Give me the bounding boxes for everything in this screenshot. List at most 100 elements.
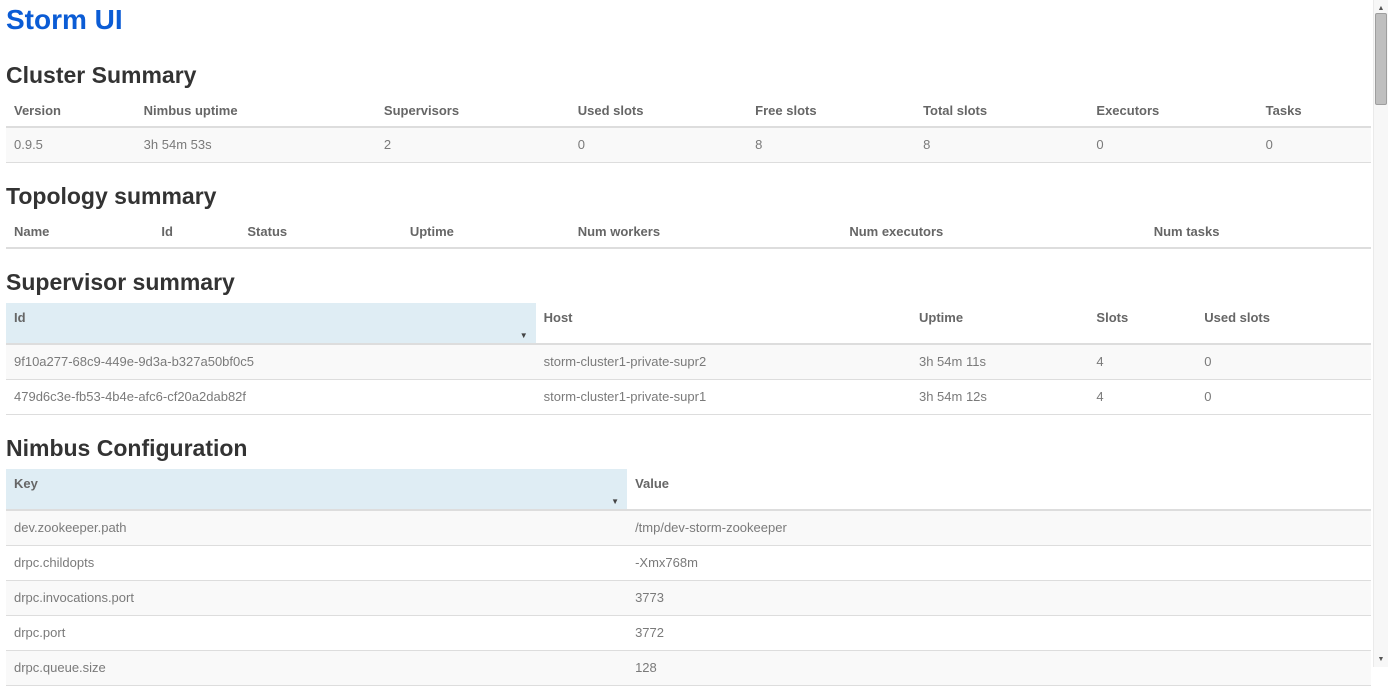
nimbus-configuration-table: Key ▼ Value dev.zookeeper.path/tmp/dev-stor… xyxy=(6,469,1371,686)
main-content: Storm UI Cluster Summary Version Nimbus u… xyxy=(6,0,1371,686)
table-cell: 0 xyxy=(570,127,747,163)
scroll-up-icon: ▲ xyxy=(1378,5,1385,12)
column-header-label: Key xyxy=(14,476,38,491)
table-cell: 0 xyxy=(1196,380,1371,415)
table-row: drpc.port3772 xyxy=(6,616,1371,651)
column-header-label: Uptime xyxy=(410,224,454,239)
supervisor-summary-heading: Supervisor summary xyxy=(6,269,1371,295)
table-cell: storm-cluster1-private-supr1 xyxy=(536,380,911,415)
column-header-label: Id xyxy=(14,310,26,325)
header-row: Key ▼ Value xyxy=(6,469,1371,510)
column-header-nimbus-uptime[interactable]: Nimbus uptime xyxy=(136,96,376,127)
sort-desc-icon: ▼ xyxy=(611,498,619,506)
table-cell: 3h 54m 11s xyxy=(911,344,1088,380)
column-header-num-workers[interactable]: Num workers xyxy=(570,217,842,248)
supervisor-summary-table: Id▼HostUptimeSlotsUsed slots9f10a277-68c… xyxy=(6,303,1371,415)
column-header-label: Supervisors xyxy=(384,103,459,118)
table-cell: 0 xyxy=(1258,127,1371,163)
column-header-name[interactable]: Name xyxy=(6,217,153,248)
table-cell: storm-cluster1-private-supr2 xyxy=(536,344,911,380)
sort-desc-icon: ▼ xyxy=(520,332,528,340)
cluster-summary-heading: Cluster Summary xyxy=(6,62,1371,88)
table-row: dev.zookeeper.path/tmp/dev-storm-zookeep… xyxy=(6,510,1371,546)
topology-summary-heading: Topology summary xyxy=(6,183,1371,209)
table-cell: 0 xyxy=(1088,127,1257,163)
table-row: 0.9.53h 54m 53s208800 xyxy=(6,127,1371,163)
table-cell: /tmp/dev-storm-zookeeper xyxy=(627,510,1371,546)
scroll-down-button[interactable]: ▼ xyxy=(1374,653,1388,665)
column-header-uptime[interactable]: Uptime xyxy=(911,303,1088,344)
nimbus-configuration-heading: Nimbus Configuration xyxy=(6,435,1371,461)
column-header-value[interactable]: Value xyxy=(627,469,1371,510)
header-row: Version Nimbus uptime Supervisors Used slot… xyxy=(6,96,1371,127)
scroll-down-icon: ▼ xyxy=(1378,656,1385,663)
column-header-label: Version xyxy=(14,103,61,118)
table-cell: drpc.port xyxy=(6,616,627,651)
scrollbar-thumb[interactable] xyxy=(1375,13,1387,105)
table-cell: 8 xyxy=(747,127,915,163)
column-header-id[interactable]: Id xyxy=(153,217,239,248)
table-cell: 479d6c3e-fb53-4b4e-afc6-cf20a2dab82f xyxy=(6,380,536,415)
column-header-label: Nimbus uptime xyxy=(144,103,238,118)
column-header-label: Slots xyxy=(1096,310,1128,325)
column-header-label: Status xyxy=(247,224,287,239)
column-header-label: Num tasks xyxy=(1154,224,1220,239)
column-header-tasks[interactable]: Tasks xyxy=(1258,96,1371,127)
table-cell: 3h 54m 53s xyxy=(136,127,376,163)
column-header-label: Value xyxy=(635,476,669,491)
table-cell: drpc.invocations.port xyxy=(6,581,627,616)
table-cell: 0.9.5 xyxy=(6,127,136,163)
table-cell: -Xmx768m xyxy=(627,546,1371,581)
table-cell: drpc.queue.size xyxy=(6,651,627,686)
table-cell: 3772 xyxy=(627,616,1371,651)
column-header-label: Host xyxy=(544,310,573,325)
column-header-host[interactable]: Host xyxy=(536,303,911,344)
column-header-label: Used slots xyxy=(578,103,644,118)
column-header-slots[interactable]: Slots xyxy=(1088,303,1196,344)
column-header-version[interactable]: Version xyxy=(6,96,136,127)
column-header-executors[interactable]: Executors xyxy=(1088,96,1257,127)
table-cell: 0 xyxy=(1196,344,1371,380)
table-cell: 9f10a277-68c9-449e-9d3a-b327a50bf0c5 xyxy=(6,344,536,380)
column-header-label: Id xyxy=(161,224,173,239)
table-cell: 3h 54m 12s xyxy=(911,380,1088,415)
column-header-free-slots[interactable]: Free slots xyxy=(747,96,915,127)
column-header-key[interactable]: Key ▼ xyxy=(6,469,627,510)
table-row: drpc.queue.size128 xyxy=(6,651,1371,686)
column-header-num-executors[interactable]: Num executors xyxy=(841,217,1145,248)
header-row: Name Id Status Uptime Num workers Num executo… xyxy=(6,217,1371,248)
table-cell: 4 xyxy=(1088,380,1196,415)
column-header-total-slots[interactable]: Total slots xyxy=(915,96,1088,127)
table-row: 479d6c3e-fb53-4b4e-afc6-cf20a2dab82fstor… xyxy=(6,380,1371,415)
column-header-used-slots[interactable]: Used slots xyxy=(1196,303,1371,344)
table-row: 9f10a277-68c9-449e-9d3a-b327a50bf0c5stor… xyxy=(6,344,1371,380)
vertical-scrollbar[interactable]: ▲ ▼ xyxy=(1373,0,1388,667)
column-header-used-slots[interactable]: Used slots xyxy=(570,96,747,127)
storm-ui-title-link[interactable]: Storm UI xyxy=(6,4,123,35)
column-header-supervisors[interactable]: Supervisors xyxy=(376,96,570,127)
header-row: Id ▼ Host Uptime Slots Used slots xyxy=(6,303,1371,344)
column-header-label: Num executors xyxy=(849,224,943,239)
table-cell: 2 xyxy=(376,127,570,163)
column-header-label: Executors xyxy=(1096,103,1159,118)
column-header-label: Tasks xyxy=(1266,103,1302,118)
column-header-label: Total slots xyxy=(923,103,987,118)
topology-summary-table: Name Id Status Uptime Num workers Num executo… xyxy=(6,217,1371,249)
page-title: Storm UI xyxy=(6,5,1371,35)
table-row: drpc.childopts-Xmx768m xyxy=(6,546,1371,581)
table-cell: dev.zookeeper.path xyxy=(6,510,627,546)
table-cell: drpc.childopts xyxy=(6,546,627,581)
table-cell: 3773 xyxy=(627,581,1371,616)
table-cell: 4 xyxy=(1088,344,1196,380)
column-header-label: Free slots xyxy=(755,103,816,118)
column-header-id[interactable]: Id ▼ xyxy=(6,303,536,344)
column-header-status[interactable]: Status xyxy=(239,217,401,248)
column-header-label: Name xyxy=(14,224,49,239)
table-row: drpc.invocations.port3773 xyxy=(6,581,1371,616)
column-header-uptime[interactable]: Uptime xyxy=(402,217,570,248)
table-cell: 128 xyxy=(627,651,1371,686)
cluster-summary-table: Version Nimbus uptime Supervisors Used slot… xyxy=(6,96,1371,163)
table-cell: 8 xyxy=(915,127,1088,163)
column-header-label: Uptime xyxy=(919,310,963,325)
column-header-num-tasks[interactable]: Num tasks xyxy=(1146,217,1371,248)
